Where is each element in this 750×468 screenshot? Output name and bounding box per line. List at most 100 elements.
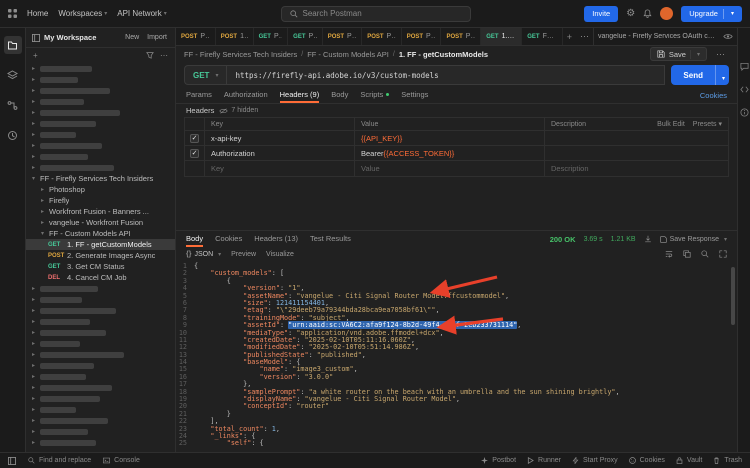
response-tab[interactable]: Test Results [310,231,351,247]
request-subtab[interactable]: Body [331,88,348,103]
url-input[interactable]: https://firefly-api.adobe.io/v3/custom-m… [226,65,666,85]
sidebar-collection-item[interactable]: ▾ FF - Firefly Services Tech Insiders [26,173,175,184]
sidebar-item-redacted[interactable]: ▸ [26,129,175,140]
find-replace-button[interactable]: Find and replace [28,457,91,464]
more-options-icon[interactable]: ⋯ [160,51,168,60]
sidebar-item-redacted[interactable]: ▸ [26,360,175,371]
wrap-text-icon[interactable] [665,250,673,258]
sidebar-item-redacted[interactable]: ▸ [26,349,175,360]
app-grid-icon[interactable] [8,9,17,18]
send-options-button[interactable]: ▾ [714,65,729,85]
sidebar-item-redacted[interactable]: ▸ [26,85,175,96]
sidebar-folder-item[interactable]: ▸ vangelue - Workfront Fusion [26,217,175,228]
sidebar-item-redacted[interactable]: ▸ [26,140,175,151]
sidebar-item-redacted[interactable]: ▸ [26,382,175,393]
new-button[interactable]: New [123,34,141,41]
request-tab[interactable]: GETPhoto [253,28,289,45]
sidebar-item-redacted[interactable]: ▸ [26,415,175,426]
cookies-button[interactable]: Cookies [628,457,665,464]
request-subtab[interactable]: Params [186,88,212,103]
runner-button[interactable]: Runner [527,457,561,464]
trash-button[interactable]: Trash [713,457,742,464]
request-tab[interactable]: POSTPOS… [441,28,482,45]
tab-overflow-icon[interactable]: ⋯ [576,28,593,45]
request-tab[interactable]: GETPhoto [288,28,323,45]
sidebar-item-redacted[interactable]: ▸ [26,316,175,327]
breadcrumb-folder[interactable]: FF - Custom Models API [307,50,389,59]
workspace-title[interactable]: My Workspace [44,33,119,42]
environments-icon[interactable] [4,66,22,84]
expand-icon[interactable] [719,250,727,258]
search-in-body-icon[interactable] [701,250,709,258]
add-item-plus-icon[interactable]: + [33,51,38,60]
sidebar-request-item[interactable]: POST 2. Generate Images Async [26,250,175,261]
sidebar-item-redacted[interactable]: ▸ [26,327,175,338]
upgrade-button[interactable]: Upgrade ▾ [681,5,742,22]
collections-icon[interactable] [3,36,22,54]
hidden-headers-toggle[interactable]: 7 hidden [219,107,258,114]
preview-tab[interactable]: Preview [231,251,256,258]
method-selector[interactable]: GET ▾ [184,65,227,85]
response-tab[interactable]: Headers (13) [254,231,298,247]
header-row-empty[interactable]: Key Value Description [185,161,728,176]
copy-icon[interactable] [683,250,691,258]
request-tab[interactable]: GETFF - C… [522,28,563,45]
key-placeholder[interactable]: Key [205,161,355,176]
request-subtab[interactable]: Settings [401,88,428,103]
request-tab[interactable]: POSTPOS… [176,28,216,45]
row-checkbox[interactable]: ✓ [190,148,199,158]
sidebar-folder-item[interactable]: ▸ Firefly [26,195,175,206]
header-value-cell[interactable]: {{API_KEY}} [355,131,545,145]
header-description-cell[interactable] [545,146,728,160]
header-description-cell[interactable] [545,131,728,145]
response-tab[interactable]: Cookies [215,231,242,247]
request-tab[interactable]: POSTPhot… [322,28,363,45]
sidebar-item-redacted[interactable]: ▸ [26,96,175,107]
new-tab-plus-icon[interactable]: + [563,28,576,45]
sidebar-item-redacted[interactable]: ▸ [26,371,175,382]
notifications-bell-icon[interactable] [643,9,652,18]
sidebar-request-item[interactable]: GET 1. FF - getCustomModels [26,239,175,250]
value-placeholder[interactable]: Value [355,161,545,176]
cookies-link[interactable]: Cookies [700,88,727,103]
sidebar-request-item[interactable]: DEL 4. Cancel CM Job [26,272,175,283]
nav-workspaces[interactable]: Workspaces ▾ [58,9,107,18]
header-key-cell[interactable]: Authorization [205,146,355,160]
sidebar-item-redacted[interactable]: ▸ [26,283,175,294]
info-icon[interactable] [739,108,749,117]
comments-icon[interactable] [739,62,749,71]
save-button[interactable]: Save ▾ [649,47,707,61]
sidebar-item-redacted[interactable]: ▸ [26,404,175,415]
bulk-edit-button[interactable]: Bulk Edit [657,121,685,128]
sidebar-item-redacted[interactable]: ▸ [26,162,175,173]
environment-selector[interactable]: vangelue - Firefly Services OAuth creden… [593,28,719,45]
nav-home[interactable]: Home [27,9,48,18]
import-button[interactable]: Import [145,34,169,41]
request-tab[interactable]: POSTPhot… [362,28,402,45]
row-checkbox[interactable]: ✓ [190,133,199,143]
response-tab[interactable]: Body [186,231,204,247]
flows-icon[interactable] [4,96,22,114]
request-subtab[interactable]: Headers (9) [279,88,320,103]
invite-button[interactable]: Invite [584,5,619,22]
visualize-tab[interactable]: Visualize [266,251,294,258]
postbot-button[interactable]: Postbot [481,457,516,464]
sidebar-item-redacted[interactable]: ▸ [26,151,175,162]
sidebar-folder-item[interactable]: ▾ FF - Custom Models API [26,228,175,239]
sidebar-item-redacted[interactable]: ▸ [26,393,175,404]
sidebar-item-redacted[interactable]: ▸ [26,437,175,448]
header-key-cell[interactable]: x-api-key [205,131,355,145]
request-tab[interactable]: POSTPOS… [401,28,442,45]
sidebar-item-redacted[interactable]: ▸ [26,294,175,305]
request-tab[interactable]: GET1. FF -… [481,28,523,45]
sidebar-item-redacted[interactable]: ▸ [26,63,175,74]
header-row[interactable]: ✓ Authorization Bearer {{ACCESS_TOKEN}} [185,146,728,161]
sidebar-item-redacted[interactable]: ▸ [26,118,175,129]
environment-quick-look-icon[interactable] [719,28,737,45]
response-scrollbar[interactable] [731,267,735,325]
sidebar-item-redacted[interactable]: ▸ [26,107,175,118]
filter-icon[interactable] [146,51,154,59]
body-format-selector[interactable]: {} JSON ▾ [186,251,221,258]
sidebar-item-redacted[interactable]: ▸ [26,338,175,349]
request-tab[interactable]: POST1. F… [215,28,254,45]
